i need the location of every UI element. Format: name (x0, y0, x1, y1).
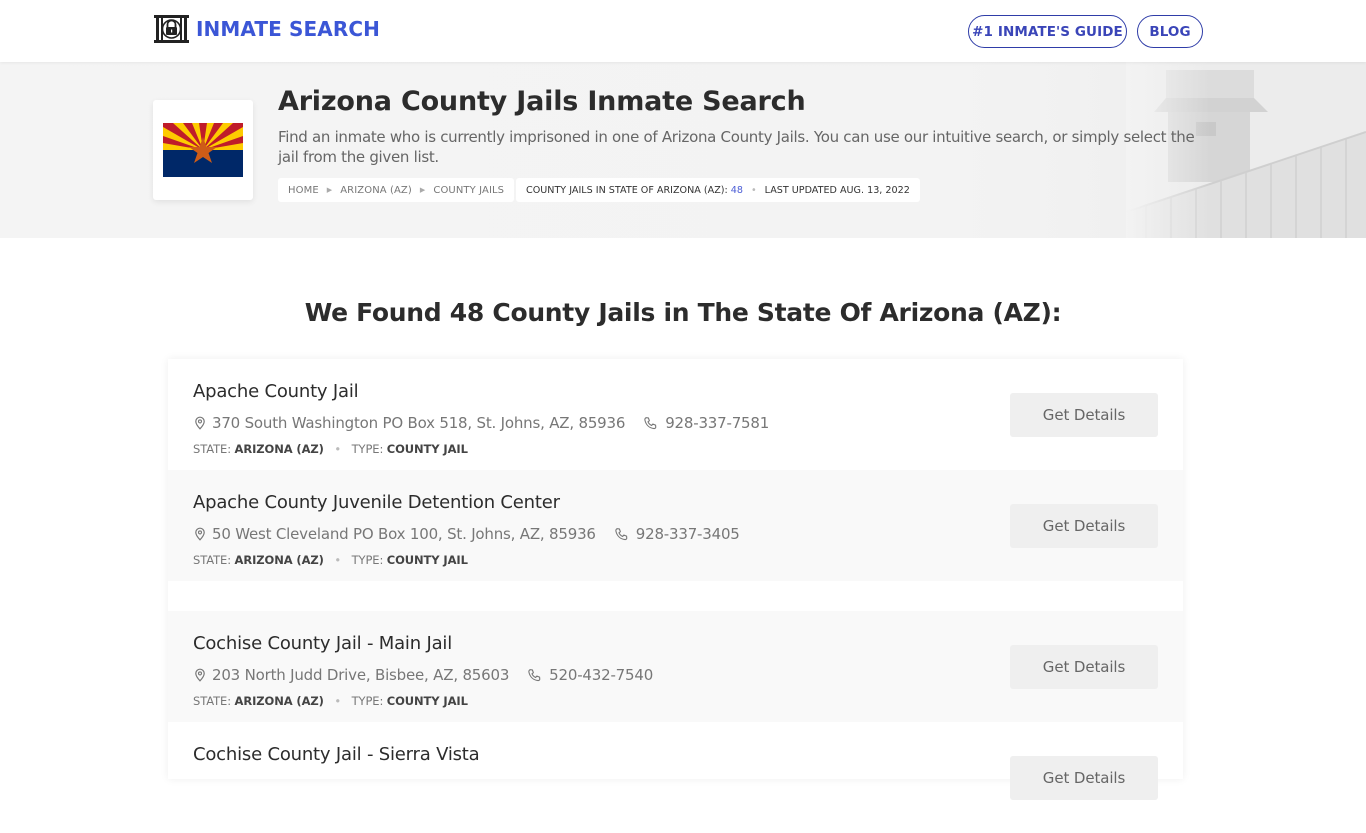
jail-list-item: Cochise County Jail - Main Jail 203 Nort… (168, 611, 1183, 722)
hero-banner: Arizona County Jails Inmate Search Find … (0, 62, 1366, 238)
location-pin-icon (195, 416, 205, 430)
jail-list: Apache County Jail 370 South Washington … (168, 359, 1183, 800)
jail-address: 50 West Cleveland PO Box 100, St. Johns,… (212, 525, 596, 543)
get-details-button[interactable]: Get Details (1010, 504, 1158, 548)
jail-list-item: Apache County Jail 370 South Washington … (168, 359, 1183, 470)
jail-name-link[interactable]: Cochise County Jail - Main Jail (193, 633, 452, 654)
jail-contact: 370 South Washington PO Box 518, St. Joh… (193, 414, 769, 432)
location-pin-icon (195, 527, 205, 541)
jail-meta: STATE: ARIZONA (AZ) • TYPE: COUNTY JAIL (193, 694, 468, 708)
last-updated: LAST UPDATED AUG. 13, 2022 (764, 184, 910, 196)
state-label: STATE: (193, 553, 231, 567)
breadcrumb-arizona[interactable]: ARIZONA (AZ) (340, 185, 412, 196)
jail-list-item: Cochise County Jail - Sierra Vista Get D… (168, 722, 1183, 833)
jail-type: COUNTY JAIL (386, 553, 468, 567)
separator-dot: • (334, 442, 342, 456)
jail-name-link[interactable]: Apache County Jail (193, 381, 359, 402)
breadcrumb: HOME ▶ ARIZONA (AZ) ▶ COUNTY JAILS (278, 178, 515, 202)
phone-icon (528, 668, 541, 681)
breadcrumb-separator-icon: ▶ (419, 186, 426, 194)
jail-phone[interactable]: 520-432-7540 (549, 666, 653, 684)
jail-address: 203 North Judd Drive, Bisbee, AZ, 85603 (212, 666, 510, 684)
breadcrumb-separator-icon: ▶ (326, 186, 333, 194)
ad-spacer (168, 581, 1183, 611)
breadcrumb-home[interactable]: HOME (288, 185, 319, 196)
phone-icon (615, 527, 628, 540)
jail-type: COUNTY JAIL (386, 442, 468, 456)
jail-contact: 203 North Judd Drive, Bisbee, AZ, 85603 … (193, 666, 653, 684)
jail-state: ARIZONA (AZ) (234, 553, 324, 567)
state-label: STATE: (193, 694, 231, 708)
jail-name-link[interactable]: Apache County Juvenile Detention Center (193, 492, 560, 513)
jail-list-item: Apache County Juvenile Detention Center … (168, 470, 1183, 581)
type-label: TYPE: (351, 442, 384, 456)
jail-address: 370 South Washington PO Box 518, St. Joh… (212, 414, 626, 432)
arizona-flag-icon (163, 123, 243, 177)
breadcrumb-county-jails[interactable]: COUNTY JAILS (433, 185, 504, 196)
jail-state: ARIZONA (AZ) (234, 694, 324, 708)
page-description: Find an inmate who is currently imprison… (278, 128, 1195, 166)
jail-type: COUNTY JAIL (386, 694, 468, 708)
get-details-button[interactable]: Get Details (1010, 393, 1158, 437)
jail-state: ARIZONA (AZ) (234, 442, 324, 456)
jail-meta: STATE: ARIZONA (AZ) • TYPE: COUNTY JAIL (193, 442, 468, 456)
jail-stats-badge: COUNTY JAILS IN STATE OF ARIZONA (AZ): 4… (516, 178, 920, 202)
get-details-button[interactable]: Get Details (1010, 645, 1158, 689)
jail-count-value: 48 (730, 184, 743, 196)
blog-button[interactable]: BLOG (1137, 15, 1203, 48)
page-title: Arizona County Jails Inmate Search (278, 86, 806, 117)
inmates-guide-button[interactable]: #1 INMATE'S GUIDE (968, 15, 1127, 48)
jail-name-link[interactable]: Cochise County Jail - Sierra Vista (193, 744, 480, 765)
get-details-button[interactable]: Get Details (1010, 756, 1158, 800)
location-pin-icon (195, 668, 205, 682)
site-logo-text: INMATE SEARCH (196, 17, 380, 41)
jail-phone[interactable]: 928-337-7581 (665, 414, 769, 432)
state-flag-card (153, 100, 253, 200)
jail-contact: 50 West Cleveland PO Box 100, St. Johns,… (193, 525, 740, 543)
phone-icon (644, 416, 657, 429)
results-heading: We Found 48 County Jails in The State Of… (304, 298, 1062, 327)
separator-dot: • (334, 553, 342, 567)
top-navigation-bar: INMATE SEARCH #1 INMATE'S GUIDE BLOG (0, 0, 1366, 62)
site-logo-link[interactable]: INMATE SEARCH (153, 14, 380, 44)
separator-dot: • (750, 184, 757, 196)
jail-lock-icon (154, 15, 189, 43)
state-label: STATE: (193, 442, 231, 456)
jail-phone[interactable]: 928-337-3405 (636, 525, 740, 543)
separator-dot: • (334, 694, 342, 708)
type-label: TYPE: (351, 553, 384, 567)
type-label: TYPE: (351, 694, 384, 708)
jail-meta: STATE: ARIZONA (AZ) • TYPE: COUNTY JAIL (193, 553, 468, 567)
jail-count-label: COUNTY JAILS IN STATE OF ARIZONA (AZ): (526, 184, 728, 196)
